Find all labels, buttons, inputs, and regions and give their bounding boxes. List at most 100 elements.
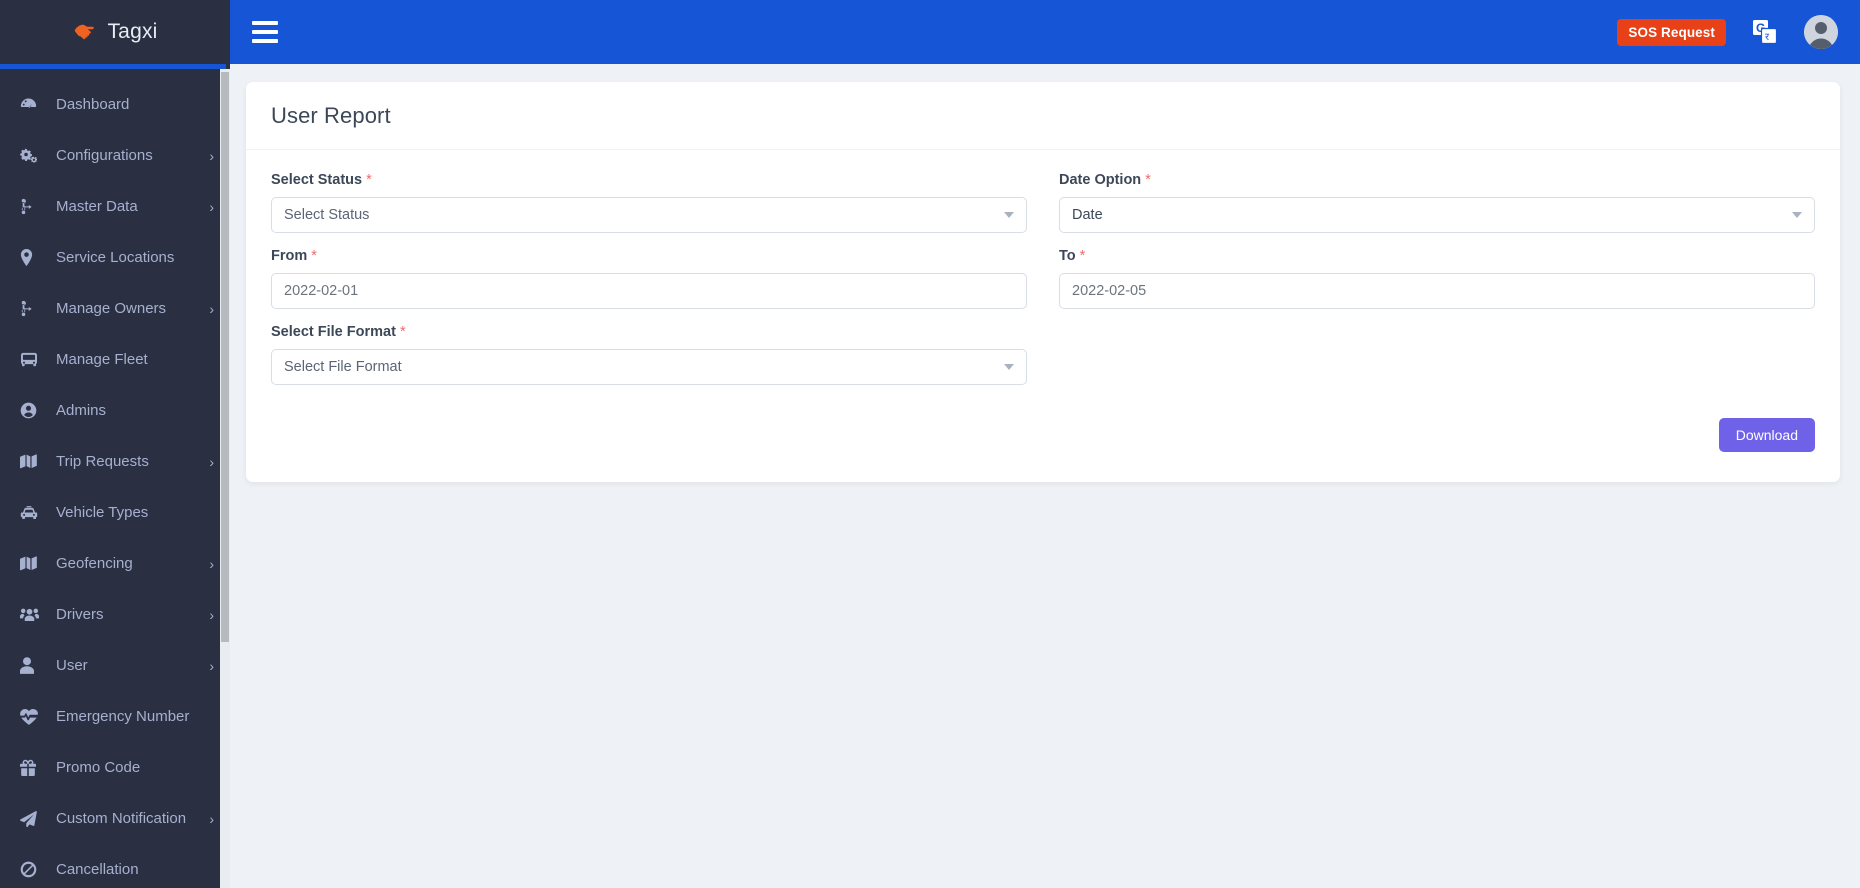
sidebar-item-geofencing[interactable]: Geofencing › (0, 538, 230, 589)
bus-icon (20, 352, 46, 368)
to-date-input[interactable] (1059, 273, 1815, 309)
main-content: User Report Select Status * Select Status… (230, 64, 1860, 888)
date-option-select[interactable]: Date (1059, 197, 1815, 233)
from-date-input[interactable] (271, 273, 1027, 309)
select-status-label: Select Status * (271, 172, 1027, 188)
sidebar-item-label: Dashboard (56, 96, 130, 113)
sidebar-item-custom-notification[interactable]: Custom Notification › (0, 793, 230, 844)
sidebar: Tagxi Dashboard Configurations › Master Dat… (0, 0, 230, 888)
card-body: Select Status * Select Status Date Option … (246, 150, 1840, 482)
dashboard-icon (20, 96, 46, 113)
sidebar-item-trip-requests[interactable]: Trip Requests › (0, 436, 230, 487)
card-header: User Report (246, 82, 1840, 150)
sidebar-item-promo-code[interactable]: Promo Code (0, 742, 230, 793)
sidebar-item-label: Manage Fleet (56, 351, 148, 368)
report-form: Select Status * Select Status Date Option … (271, 172, 1815, 400)
required-asterisk: * (399, 324, 406, 340)
hamburger-icon[interactable] (248, 15, 282, 49)
handshake-icon (72, 19, 98, 45)
from-date-field: From * (271, 248, 1027, 309)
form-actions: Download (271, 400, 1815, 452)
date-option-selected-value: Date (1072, 207, 1103, 223)
required-asterisk: * (366, 172, 372, 188)
topbar: SOS Request G र (230, 0, 1860, 64)
sidebar-item-service-locations[interactable]: Service Locations (0, 232, 230, 283)
sidebar-item-label: Service Locations (56, 249, 175, 266)
gears-icon (20, 147, 46, 164)
app-root: Tagxi Dashboard Configurations › Master Dat… (0, 0, 1860, 888)
sitemap-icon (20, 300, 46, 317)
sidebar-item-emergency-number[interactable]: Emergency Number (0, 691, 230, 742)
label-text: Select Status (271, 172, 363, 188)
paper-plane-icon (20, 810, 46, 827)
download-button[interactable]: Download (1718, 418, 1815, 452)
chevron-down-icon (1792, 212, 1802, 218)
sidebar-item-vehicle-types[interactable]: Vehicle Types (0, 487, 230, 538)
page-title: User Report (271, 103, 391, 128)
required-asterisk: * (1079, 248, 1086, 264)
select-status-field: Select Status * Select Status (271, 172, 1027, 233)
sidebar-item-label: Manage Owners (56, 300, 167, 317)
sidebar-item-label: Custom Notification (56, 810, 187, 827)
sidebar-item-label: Drivers (56, 606, 104, 623)
to-date-field: To * (1059, 248, 1815, 309)
label-text: To (1059, 248, 1076, 264)
sidebar-scrollbar-thumb[interactable] (221, 72, 229, 642)
chevron-right-icon: › (209, 657, 214, 674)
user-report-card: User Report Select Status * Select Status… (246, 82, 1840, 482)
chevron-down-icon (1004, 364, 1014, 370)
sidebar-item-manage-fleet[interactable]: Manage Fleet (0, 334, 230, 385)
sidebar-item-configurations[interactable]: Configurations › (0, 130, 230, 181)
chevron-right-icon: › (209, 300, 214, 317)
map-icon (20, 556, 46, 571)
brand-name: Tagxi (107, 20, 158, 43)
google-translate-icon[interactable]: G र (1752, 19, 1778, 45)
sidebar-item-label: Master Data (56, 198, 138, 215)
label-text: From (271, 248, 308, 264)
map-pin-icon (20, 249, 46, 266)
from-date-label: From * (271, 248, 1027, 264)
date-option-label: Date Option * (1059, 172, 1815, 188)
avatar[interactable] (1804, 15, 1838, 49)
label-text: Date Option (1059, 172, 1142, 188)
select-status-selected-value: Select Status (284, 207, 370, 223)
sidebar-item-label: Trip Requests (56, 453, 149, 470)
select-status-select[interactable]: Select Status (271, 197, 1027, 233)
topbar-actions: SOS Request G र (1617, 15, 1838, 49)
sidebar-item-label: Emergency Number (56, 708, 190, 725)
chevron-down-icon (1004, 212, 1014, 218)
to-date-label: To * (1059, 248, 1815, 264)
sidebar-item-label: Geofencing (56, 555, 133, 572)
sidebar-item-label: Cancellation (56, 861, 139, 878)
select-file-format-label: Select File Format * (271, 324, 1027, 340)
brand-logo[interactable]: Tagxi (0, 0, 230, 64)
sidebar-item-user[interactable]: User › (0, 640, 230, 691)
select-file-format-select[interactable]: Select File Format (271, 349, 1027, 385)
sidebar-item-label: Configurations (56, 147, 153, 164)
sidebar-item-manage-owners[interactable]: Manage Owners › (0, 283, 230, 334)
sidebar-item-master-data[interactable]: Master Data › (0, 181, 230, 232)
map-icon (20, 454, 46, 469)
sos-request-button[interactable]: SOS Request (1617, 18, 1726, 46)
sidebar-item-label: Admins (56, 402, 107, 419)
sidebar-item-cancellation[interactable]: Cancellation (0, 844, 230, 888)
heartbeat-icon (20, 708, 46, 725)
date-option-field: Date Option * Date (1059, 172, 1815, 233)
users-icon (20, 607, 46, 622)
sidebar-item-admins[interactable]: Admins (0, 385, 230, 436)
sidebar-item-drivers[interactable]: Drivers › (0, 589, 230, 640)
select-file-format-selected-value: Select File Format (284, 359, 402, 375)
user-circle-icon (20, 402, 46, 419)
select-file-format-field: Select File Format * Select File Format (271, 324, 1027, 385)
ban-icon (20, 861, 46, 878)
hamburger-bar (252, 30, 278, 34)
sidebar-item-dashboard[interactable]: Dashboard (0, 79, 230, 130)
sidebar-item-label: Promo Code (56, 759, 141, 776)
sidebar-item-label: Vehicle Types (56, 504, 149, 521)
chevron-right-icon: › (209, 810, 214, 827)
label-text: Select File Format (271, 324, 396, 340)
required-asterisk: * (311, 248, 317, 264)
chevron-right-icon: › (209, 453, 214, 470)
user-icon (20, 657, 46, 674)
chevron-right-icon: › (209, 606, 214, 623)
